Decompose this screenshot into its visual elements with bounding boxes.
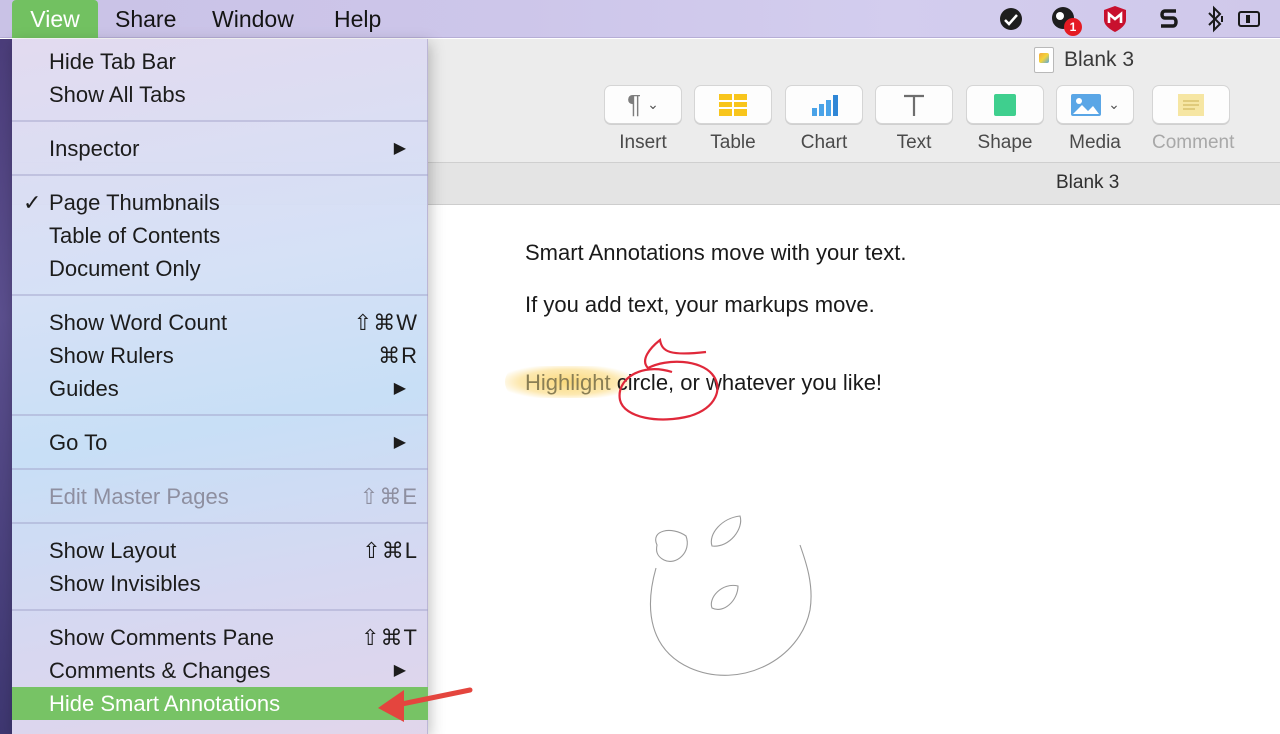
menu-share[interactable]: Share	[115, 0, 176, 38]
shape-icon	[994, 93, 1016, 116]
menu-item-show-layout[interactable]: Show Layout ⇧⌘L	[12, 534, 428, 567]
menu-window[interactable]: Window	[212, 0, 294, 38]
menu-item-label: Page Thumbnails	[49, 190, 220, 215]
menu-item-comments-changes[interactable]: Comments & Changes ▶	[12, 654, 428, 687]
document-title: Blank 3	[1034, 44, 1134, 76]
menu-item-go-to[interactable]: Go To ▶	[12, 426, 428, 459]
menu-item-guides[interactable]: Guides ▶	[12, 372, 428, 405]
shape-label: Shape	[977, 132, 1033, 153]
shortcut-label: ⇧⌘E	[359, 484, 418, 509]
menu-item-show-all-tabs[interactable]: Show All Tabs	[12, 78, 428, 111]
submenu-arrow-icon: ▶	[393, 662, 406, 679]
mcafee-shield-icon[interactable]	[1100, 4, 1130, 34]
submenu-arrow-icon: ▶	[393, 140, 406, 157]
table-label: Table	[710, 132, 756, 153]
table-button[interactable]: Table	[694, 85, 772, 154]
highlighted-word: Highlight	[525, 370, 611, 395]
menu-help[interactable]: Help	[334, 0, 381, 38]
menu-item-label: Comments & Changes	[49, 658, 271, 683]
checkmark-icon: ✓	[23, 190, 42, 215]
menu-item-inspector[interactable]: Inspector ▶	[12, 132, 428, 165]
menu-item-hide-smart-annotations[interactable]: Hide Smart Annotations	[12, 687, 428, 720]
menu-separator	[12, 468, 428, 470]
menu-item-label: Show All Tabs	[49, 82, 186, 107]
menu-separator	[12, 120, 428, 122]
document-line-2[interactable]: If you add text, your markups move.	[525, 292, 875, 318]
menu-item-table-of-contents[interactable]: Table of Contents	[12, 219, 428, 252]
menu-item-label: Show Rulers	[49, 343, 174, 368]
menu-view[interactable]: View	[12, 0, 98, 38]
bluetooth-icon[interactable]	[1200, 4, 1230, 34]
menu-separator	[12, 414, 428, 416]
menu-item-document-only[interactable]: Document Only	[12, 252, 428, 285]
pages-document-icon	[1034, 47, 1054, 73]
menu-separator	[12, 609, 428, 611]
text-button[interactable]: Text	[875, 85, 953, 154]
menu-item-page-thumbnails[interactable]: ✓ Page Thumbnails	[12, 186, 428, 219]
media-icon	[1071, 93, 1102, 116]
comment-icon	[1178, 93, 1204, 116]
insert-label: Insert	[619, 132, 667, 153]
menu-item-show-invisibles[interactable]: Show Invisibles	[12, 567, 428, 600]
insert-button[interactable]: ¶ ⌄ Insert	[604, 85, 682, 154]
submenu-arrow-icon: ▶	[393, 434, 406, 451]
document-page[interactable]	[428, 206, 1280, 734]
menu-item-label: Guides	[49, 376, 119, 401]
menu-item-label: Inspector	[49, 136, 140, 161]
chevron-down-icon: ⌄	[647, 96, 659, 112]
document-title-text: Blank 3	[1064, 48, 1135, 71]
shortcut-label: ⇧⌘W	[353, 310, 418, 335]
comment-label: Comment	[1152, 132, 1235, 153]
chart-button[interactable]: Chart	[785, 85, 863, 154]
menu-item-label: Hide Tab Bar	[49, 49, 176, 74]
notification-icon[interactable]: 1	[1048, 4, 1082, 36]
view-menu-dropdown: Hide Tab Bar Show All Tabs Inspector ▶ ✓ P…	[12, 39, 428, 734]
battery-icon[interactable]	[1234, 4, 1264, 34]
cloud-sync-icon[interactable]	[996, 4, 1026, 34]
menu-item-edit-master-pages: Edit Master Pages ⇧⌘E	[12, 480, 428, 513]
menu-bar: View Share Window Help 1	[0, 0, 1280, 38]
paragraph-icon: ¶	[627, 89, 642, 119]
menu-item-label: Go To	[49, 430, 108, 455]
menu-separator	[12, 294, 428, 296]
chevron-down-icon: ⌄	[1108, 96, 1120, 112]
tab-blank-3[interactable]: Blank 3	[1056, 172, 1119, 194]
desktop-background	[0, 39, 12, 734]
menu-item-label: Hide Smart Annotations	[49, 691, 281, 716]
shortcut-label: ⇧⌘L	[362, 538, 418, 563]
menu-item-label: Table of Contents	[49, 223, 221, 248]
menu-item-label: Show Layout	[49, 538, 177, 563]
chart-icon	[812, 94, 838, 116]
menu-item-label: Document Only	[49, 256, 201, 281]
line-3-rest: circle, or whatever you like!	[610, 370, 883, 395]
table-icon	[719, 93, 747, 116]
menu-item-hide-tab-bar[interactable]: Hide Tab Bar	[12, 45, 428, 78]
submenu-arrow-icon: ▶	[393, 380, 406, 397]
document-line-1[interactable]: Smart Annotations move with your text.	[525, 240, 907, 266]
comment-button[interactable]: Comment	[1152, 85, 1235, 154]
menu-item-show-word-count[interactable]: Show Word Count ⇧⌘W	[12, 306, 428, 339]
menu-separator	[12, 522, 428, 524]
menu-item-label: Show Comments Pane	[49, 625, 274, 650]
media-label: Media	[1069, 132, 1121, 153]
menu-item-label: Edit Master Pages	[49, 484, 229, 509]
media-button[interactable]: ⌄ Media	[1056, 85, 1134, 154]
document-line-3[interactable]: Highlight circle, or whatever you like!	[525, 370, 882, 396]
app-s-icon[interactable]	[1154, 4, 1184, 34]
shape-button[interactable]: Shape	[966, 85, 1044, 154]
text-icon	[904, 94, 924, 116]
shortcut-label: ⇧⌘T	[361, 625, 418, 650]
menu-item-label: Show Word Count	[49, 310, 228, 335]
menu-item-show-comments-pane[interactable]: Show Comments Pane ⇧⌘T	[12, 621, 428, 654]
text-label: Text	[896, 132, 932, 153]
menu-separator	[12, 174, 428, 176]
menu-item-show-rulers[interactable]: Show Rulers ⌘R	[12, 339, 428, 372]
notification-badge: 1	[1064, 18, 1082, 36]
chart-label: Chart	[800, 132, 848, 153]
shortcut-label: ⌘R	[378, 343, 418, 368]
menu-item-label: Show Invisibles	[49, 571, 201, 596]
